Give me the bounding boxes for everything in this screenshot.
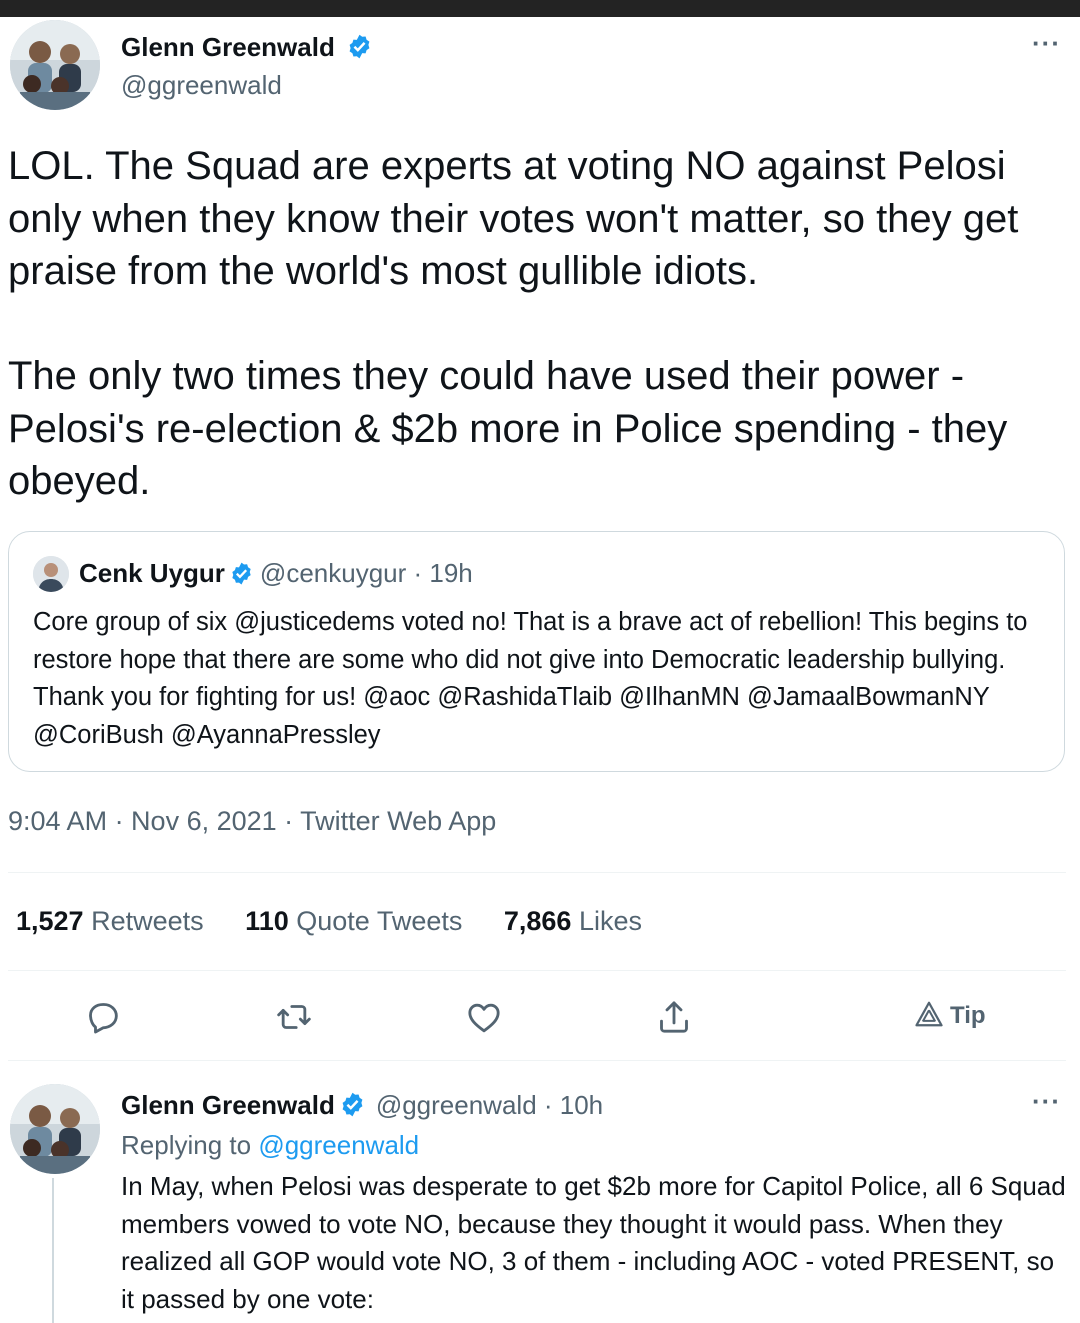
verified-badge-icon xyxy=(342,1092,363,1117)
share-icon xyxy=(660,1001,688,1033)
quoted-author-name[interactable]: Cenk Uygur xyxy=(79,558,225,588)
retweet-icon xyxy=(277,1005,311,1029)
tip-button[interactable]: Tip xyxy=(914,1000,986,1030)
quoted-tweet[interactable]: Cenk Uygur @cenkuygur · 19h Core group o… xyxy=(8,531,1065,772)
tweet-text: LOL. The Squad are experts at voting NO … xyxy=(8,144,1019,503)
tip-icon xyxy=(915,1001,943,1027)
tip-label: Tip xyxy=(950,1002,986,1029)
quotes-count: 110 xyxy=(245,906,289,936)
likes-label: Likes xyxy=(578,906,642,936)
likes-stat[interactable]: 7,866 Likes xyxy=(504,906,642,937)
like-icon xyxy=(468,1003,500,1033)
thread-connector-line xyxy=(52,1178,54,1323)
replying-handle-link[interactable]: @ggreenwald xyxy=(258,1130,419,1160)
quotes-label: Quote Tweets xyxy=(296,906,463,936)
retweet-button[interactable] xyxy=(274,997,314,1037)
retweets-count: 1,527 xyxy=(16,906,84,936)
avatar-photo-icon xyxy=(10,1084,100,1174)
reply-button[interactable] xyxy=(83,997,123,1037)
quoted-header: Cenk Uygur @cenkuygur · 19h xyxy=(79,558,473,589)
verified-badge-icon xyxy=(232,562,251,585)
reply-icon xyxy=(89,1003,118,1034)
replying-prefix: Replying to xyxy=(121,1130,252,1160)
replying-to: Replying to @ggreenwald xyxy=(121,1130,419,1161)
reply-author-name[interactable]: Glenn Greenwald xyxy=(121,1090,335,1120)
avatar-photo-icon xyxy=(33,556,69,592)
divider xyxy=(8,970,1066,971)
avatar-photo-icon xyxy=(10,20,100,110)
author-avatar[interactable] xyxy=(10,20,100,110)
more-options-icon[interactable]: ··· xyxy=(1032,1086,1061,1117)
verified-badge-icon xyxy=(349,34,370,59)
author-name-text: Glenn Greenwald xyxy=(121,32,335,62)
share-button[interactable] xyxy=(654,997,694,1037)
reply-tweet-text: In May, when Pelosi was desperate to get… xyxy=(121,1171,1066,1314)
retweets-label: Retweets xyxy=(91,906,204,936)
like-button[interactable] xyxy=(464,997,504,1037)
divider xyxy=(8,1060,1066,1061)
status-bar xyxy=(0,0,1080,17)
divider xyxy=(8,872,1066,873)
quoted-author-avatar[interactable] xyxy=(33,556,69,592)
more-options-icon[interactable]: ··· xyxy=(1032,28,1061,59)
author-handle[interactable]: @ggreenwald xyxy=(121,70,282,101)
reply-author-header: Glenn Greenwald @ggreenwald · 10h xyxy=(121,1090,603,1121)
likes-count: 7,866 xyxy=(503,906,572,936)
reply-meta: @ggreenwald · 10h xyxy=(375,1090,604,1120)
retweets-stat[interactable]: 1,527 Retweets xyxy=(16,906,204,937)
quote-tweets-stat[interactable]: 110 Quote Tweets xyxy=(245,906,462,937)
quoted-text: Core group of six @justicedems voted no!… xyxy=(33,608,1028,749)
reply-author-avatar[interactable] xyxy=(10,1084,100,1174)
author-name[interactable]: Glenn Greenwald xyxy=(121,32,373,63)
quoted-meta: @cenkuygur · 19h xyxy=(259,558,473,588)
tweet-timestamp[interactable]: 9:04 AM · Nov 6, 2021 · Twitter Web App xyxy=(8,806,496,837)
engagement-stats: 1,527 Retweets 110 Quote Tweets 7,866 Li… xyxy=(16,906,676,937)
